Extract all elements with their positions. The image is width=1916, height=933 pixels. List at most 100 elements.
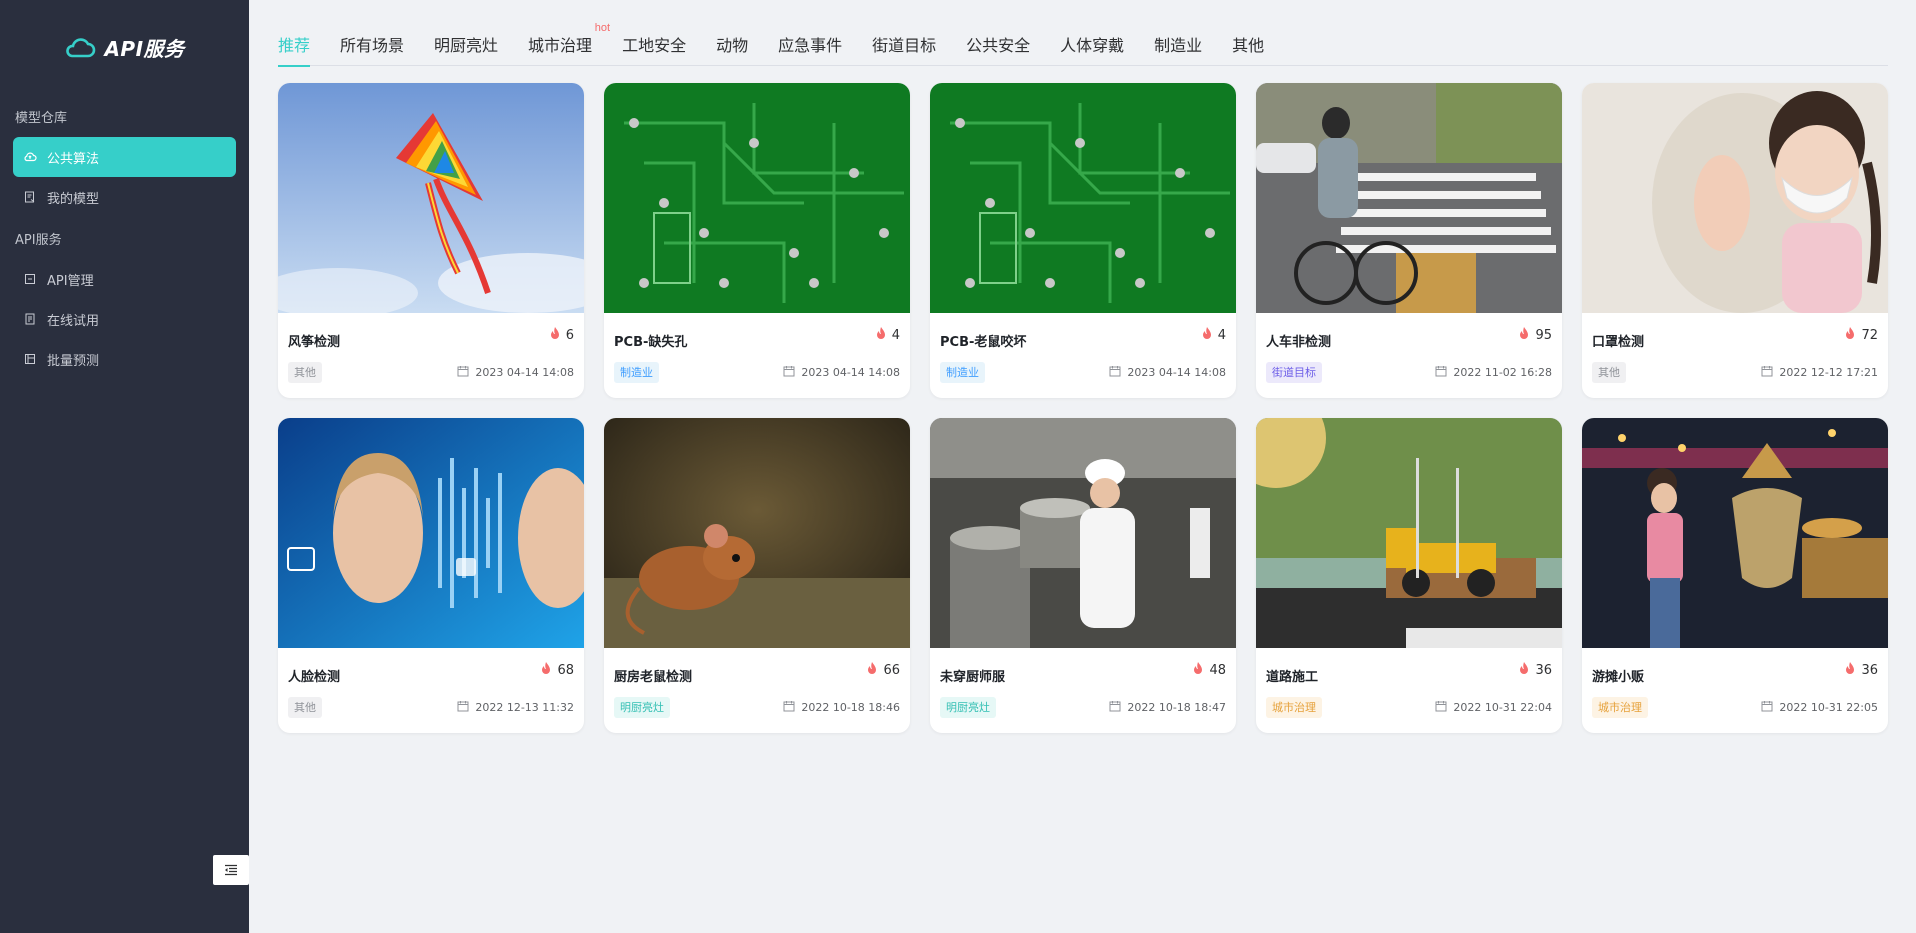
category-tag[interactable]: 制造业 (614, 362, 659, 383)
tab-other[interactable]: 其他 (1232, 24, 1264, 66)
heat-count: 95 (1535, 327, 1552, 343)
sidebar-item-public-algorithms[interactable]: 公共算法 (13, 137, 236, 177)
trial-doc-icon (23, 312, 37, 326)
card-info: PCB-老鼠咬坏 4 制造业 2023 04-14 14:08 (930, 313, 1236, 398)
category-tabs: 推荐 所有场景 明厨亮灶 城市治理 hot 工地安全 动物 应急事件 街道目标 … (278, 22, 1888, 67)
card-heat: 72 (1845, 327, 1878, 343)
flame-icon (1519, 662, 1529, 678)
card-image (1256, 418, 1562, 648)
calendar-icon (1435, 365, 1447, 380)
date-text: 2023 04-14 14:08 (475, 366, 574, 379)
card-thumbnail[interactable] (1256, 83, 1562, 313)
category-tag[interactable]: 城市治理 (1266, 697, 1322, 718)
card-heat: 6 (550, 327, 574, 343)
card-info: 道路施工 36 城市治理 2022 10-31 22:04 (1256, 648, 1562, 733)
card-thumbnail[interactable] (1582, 83, 1888, 313)
card-date: 2022 10-31 22:05 (1761, 700, 1878, 715)
card-date: 2023 04-14 14:08 (1109, 365, 1226, 380)
flame-icon (550, 327, 560, 343)
sidebar-collapse-button[interactable] (213, 855, 249, 885)
card-info: 未穿厨师服 48 明厨亮灶 2022 10-18 18:47 (930, 648, 1236, 733)
card-heat: 36 (1845, 662, 1878, 678)
sidebar-item-my-models[interactable]: 我的模型 (13, 177, 236, 217)
algorithm-card[interactable]: 未穿厨师服 48 明厨亮灶 2022 10-18 18:47 (930, 418, 1236, 733)
category-tag[interactable]: 城市治理 (1592, 697, 1648, 718)
algorithm-card[interactable]: PCB-缺失孔 4 制造业 2023 04-14 14:08 (604, 83, 910, 398)
card-info: 厨房老鼠检测 66 明厨亮灶 2022 10-18 18:46 (604, 648, 910, 733)
card-info: 游摊小贩 36 城市治理 2022 10-31 22:05 (1582, 648, 1888, 733)
algorithm-card[interactable]: 游摊小贩 36 城市治理 2022 10-31 22:05 (1582, 418, 1888, 733)
algorithm-card[interactable]: 厨房老鼠检测 66 明厨亮灶 2022 10-18 18:46 (604, 418, 910, 733)
tab-emergency[interactable]: 应急事件 (778, 24, 842, 66)
category-tag[interactable]: 其他 (1592, 362, 1626, 383)
sidebar-item-label: 批量预测 (47, 353, 100, 369)
sidebar-item-label: 在线试用 (47, 313, 100, 329)
card-thumbnail[interactable] (604, 83, 910, 313)
main-content: 推荐 所有场景 明厨亮灶 城市治理 hot 工地安全 动物 应急事件 街道目标 … (249, 0, 1916, 933)
algorithm-card[interactable]: 风筝检测 6 其他 2023 04-14 14:08 (278, 83, 584, 398)
sidebar-item-api-management[interactable]: API管理 (13, 259, 236, 299)
card-title: 道路施工 (1266, 670, 1319, 685)
date-text: 2022 10-31 22:05 (1779, 701, 1878, 714)
card-image (1582, 83, 1888, 313)
tab-manufacturing[interactable]: 制造业 (1154, 24, 1202, 66)
algorithm-card[interactable]: 人车非检测 95 街道目标 2022 11-02 16:28 (1256, 83, 1562, 398)
sidebar-item-batch-predict[interactable]: 批量预测 (13, 339, 236, 379)
algorithm-card[interactable]: 口罩检测 72 其他 2022 12-12 17:21 (1582, 83, 1888, 398)
card-info: 口罩检测 72 其他 2022 12-12 17:21 (1582, 313, 1888, 398)
card-info: 人脸检测 68 其他 2022 12-13 11:32 (278, 648, 584, 733)
algorithm-card[interactable]: 道路施工 36 城市治理 2022 10-31 22:04 (1256, 418, 1562, 733)
tab-all-scenes[interactable]: 所有场景 (340, 24, 404, 66)
category-tag[interactable]: 制造业 (940, 362, 985, 383)
tab-recommended[interactable]: 推荐 (278, 24, 311, 67)
card-title: 游摊小贩 (1592, 670, 1645, 685)
card-date: 2022 10-18 18:46 (783, 700, 900, 715)
flame-icon (876, 327, 886, 343)
heat-count: 66 (883, 662, 900, 678)
calendar-icon (1435, 700, 1447, 715)
algorithm-card[interactable]: PCB-老鼠咬坏 4 制造业 2023 04-14 14:08 (930, 83, 1236, 398)
heat-count: 6 (565, 327, 574, 343)
category-tag[interactable]: 其他 (288, 697, 322, 718)
tab-city-governance[interactable]: 城市治理 hot (528, 22, 610, 66)
sidebar-item-label: API管理 (47, 273, 94, 289)
flame-icon (867, 662, 877, 678)
menu-fold-icon (225, 864, 237, 876)
tab-public-safety[interactable]: 公共安全 (966, 24, 1030, 66)
card-thumbnail[interactable] (1256, 418, 1562, 648)
date-text: 2023 04-14 14:08 (1127, 366, 1226, 379)
card-date: 2023 04-14 14:08 (457, 365, 574, 380)
category-tag[interactable]: 明厨亮灶 (940, 697, 996, 718)
card-thumbnail[interactable] (930, 83, 1236, 313)
tab-street-targets[interactable]: 街道目标 (872, 24, 936, 66)
date-text: 2022 10-31 22:04 (1453, 701, 1552, 714)
card-thumbnail[interactable] (930, 418, 1236, 648)
date-text: 2022 12-12 17:21 (1779, 366, 1878, 379)
algorithm-card[interactable]: 人脸检测 68 其他 2022 12-13 11:32 (278, 418, 584, 733)
date-text: 2022 12-13 11:32 (475, 701, 574, 714)
calendar-icon (457, 700, 469, 715)
tab-construction-safety[interactable]: 工地安全 (622, 24, 686, 66)
card-heat: 36 (1519, 662, 1552, 678)
card-thumbnail[interactable] (278, 83, 584, 313)
date-text: 2022 10-18 18:47 (1127, 701, 1226, 714)
sidebar-item-online-trial[interactable]: 在线试用 (13, 299, 236, 339)
brand[interactable]: API服务 (0, 0, 249, 95)
cloud-logo-icon (66, 37, 96, 57)
card-heat: 66 (867, 662, 900, 678)
category-tag[interactable]: 明厨亮灶 (614, 697, 670, 718)
tab-body-wear[interactable]: 人体穿戴 (1060, 24, 1124, 66)
calendar-icon (1109, 700, 1121, 715)
calendar-icon (457, 365, 469, 380)
card-thumbnail[interactable] (1582, 418, 1888, 648)
tab-label: 城市治理 (528, 38, 593, 55)
tab-animals[interactable]: 动物 (716, 24, 748, 66)
category-tag[interactable]: 其他 (288, 362, 322, 383)
card-thumbnail[interactable] (278, 418, 584, 648)
calendar-icon (1109, 365, 1121, 380)
flame-icon (1519, 327, 1529, 343)
category-tag[interactable]: 街道目标 (1266, 362, 1322, 383)
date-text: 2023 04-14 14:08 (801, 366, 900, 379)
tab-kitchen[interactable]: 明厨亮灶 (434, 24, 498, 66)
card-thumbnail[interactable] (604, 418, 910, 648)
